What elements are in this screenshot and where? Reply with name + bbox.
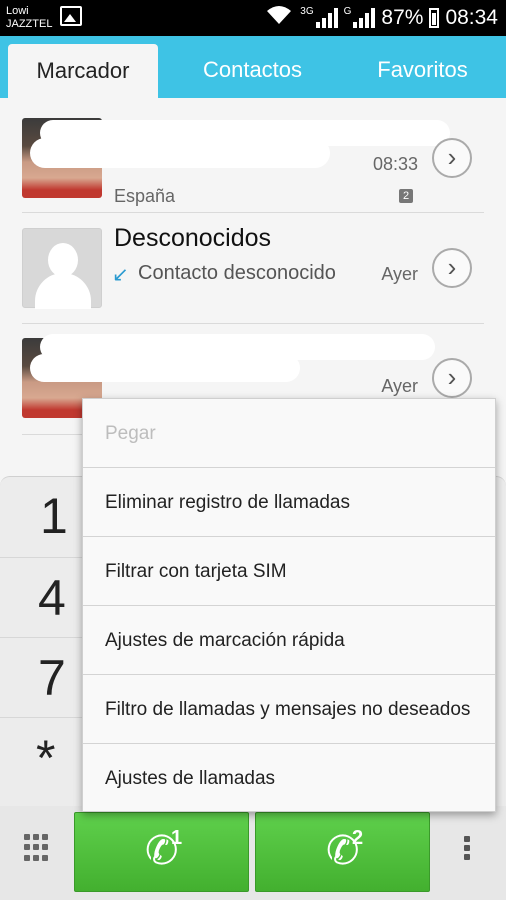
- signal-icon-1: [315, 8, 338, 28]
- menu-item-spam-filter[interactable]: Filtro de llamadas y mensajes no deseado…: [83, 675, 495, 744]
- divider: [0, 717, 90, 718]
- gallery-notification-icon: [60, 6, 82, 26]
- call-sim2-button[interactable]: ✆ 2: [255, 812, 430, 892]
- overflow-popup-menu: Pegar Eliminar registro de llamadas Filt…: [82, 398, 496, 812]
- call-time: 08:33: [372, 154, 418, 174]
- dialpad-key-star[interactable]: *: [36, 729, 55, 787]
- call-time: Ayer: [381, 264, 418, 284]
- signal-icon-2: [353, 8, 376, 28]
- dialpad-key-1[interactable]: 1: [40, 487, 68, 545]
- tab-bar: Marcador Contactos Favoritos: [0, 36, 506, 98]
- network-type-2: G: [343, 5, 352, 17]
- redaction-mark: [30, 354, 300, 382]
- details-arrow-button[interactable]: ›: [432, 138, 472, 178]
- sim-number: 2: [352, 827, 364, 849]
- sim-number: 1: [171, 827, 183, 849]
- dialpad-toggle-icon[interactable]: [24, 834, 50, 862]
- clock: 08:34: [445, 6, 498, 29]
- carrier-name: Lowi JAZZTEL: [6, 5, 52, 31]
- divider: [0, 557, 90, 558]
- menu-item-delete-call-log[interactable]: Eliminar registro de llamadas: [83, 468, 495, 537]
- battery-icon: [429, 8, 440, 28]
- status-bar: Lowi JAZZTEL 3G G 87% 08:34: [0, 0, 506, 36]
- tab-favoritos[interactable]: Favoritos: [350, 36, 495, 98]
- carrier-line-2: JAZZTEL: [6, 18, 53, 30]
- missed-call-icon: ↙: [112, 264, 129, 286]
- bottom-action-bar: ✆ 1 ✆ 2: [0, 806, 506, 900]
- menu-item-filter-sim[interactable]: Filtrar con tarjeta SIM: [83, 537, 495, 606]
- call-log-row[interactable]: 08:33 España 2 ›: [0, 98, 506, 208]
- contact-placeholder-avatar: [22, 228, 102, 309]
- call-location: España: [114, 186, 176, 206]
- sim-badge: 2: [399, 189, 413, 203]
- tab-marcador[interactable]: Marcador: [8, 44, 158, 98]
- carrier-line-1: Lowi: [6, 5, 29, 17]
- details-arrow-button[interactable]: ›: [432, 358, 472, 398]
- dialpad-key-7[interactable]: 7: [38, 649, 66, 707]
- divider: [0, 637, 90, 638]
- redaction-mark: [30, 138, 330, 168]
- status-icons: 3G G 87% 08:34: [264, 4, 498, 32]
- menu-item-call-settings[interactable]: Ajustes de llamadas: [83, 744, 495, 813]
- call-log-row[interactable]: Desconocidos ↙ Contacto desconocido Ayer…: [0, 210, 506, 320]
- wifi-icon: [264, 4, 294, 32]
- call-time: Ayer: [381, 376, 418, 396]
- contact-status: Contacto desconocido: [138, 262, 336, 284]
- contact-name: Desconocidos: [114, 224, 272, 252]
- tab-contactos[interactable]: Contactos: [180, 36, 325, 98]
- battery-percent: 87%: [381, 6, 424, 29]
- dialpad-key-4[interactable]: 4: [38, 569, 66, 627]
- network-type-1: 3G: [300, 5, 314, 17]
- call-sim1-button[interactable]: ✆ 1: [74, 812, 249, 892]
- menu-item-speed-dial-settings[interactable]: Ajustes de marcación rápida: [83, 606, 495, 675]
- details-arrow-button[interactable]: ›: [432, 248, 472, 288]
- menu-item-paste[interactable]: Pegar: [83, 399, 495, 468]
- overflow-menu-icon[interactable]: [464, 836, 470, 863]
